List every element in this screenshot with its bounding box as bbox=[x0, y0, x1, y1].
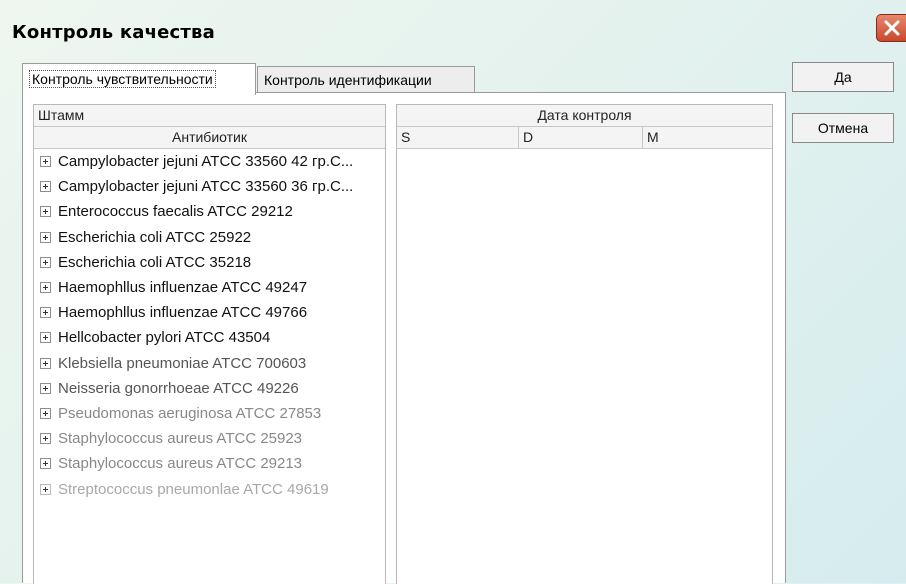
strain-column-header[interactable]: Штамм bbox=[34, 105, 385, 127]
tree-row[interactable]: Pseudomonas aeruginosa ATCC 27853 bbox=[34, 401, 385, 426]
expand-plus-icon[interactable] bbox=[40, 382, 51, 394]
tree-row[interactable]: Streptococcus pneumonlae ATCC 49619 bbox=[34, 476, 385, 501]
tree-row[interactable]: Escherichia coli ATCC 35218 bbox=[34, 250, 385, 275]
close-button[interactable] bbox=[876, 14, 906, 42]
strain-label: Haemophllus influenzae ATCC 49247 bbox=[58, 279, 308, 297]
control-date-grid[interactable]: Дата контроля S D M bbox=[396, 104, 773, 584]
strain-label: Neisseria gonorrhoeae ATCC 49226 bbox=[58, 379, 299, 397]
strain-label: Campylobacter jejuni ATCC 33560 42 гр.С.… bbox=[58, 153, 354, 171]
expand-plus-icon[interactable] bbox=[40, 282, 51, 294]
tree-row[interactable]: Staphylococcus aureus ATCC 29213 bbox=[34, 451, 385, 476]
column-header-row: S D M bbox=[397, 127, 772, 149]
column-header-d[interactable]: D bbox=[519, 127, 643, 148]
strain-label: Streptococcus pneumonlae ATCC 49619 bbox=[58, 480, 329, 498]
strain-label: Staphylococcus aureus ATCC 29213 bbox=[58, 455, 303, 473]
tab-sensitivity-control[interactable]: Контроль чувствительности bbox=[22, 63, 256, 95]
column-header-s[interactable]: S bbox=[397, 127, 519, 148]
strain-label: Klebsiella pneumoniae ATCC 700603 bbox=[58, 354, 307, 372]
strain-label: Escherichia coli ATCC 35218 bbox=[58, 253, 252, 271]
expand-plus-icon[interactable] bbox=[40, 407, 51, 419]
expand-plus-icon[interactable] bbox=[40, 231, 51, 243]
expand-plus-icon[interactable] bbox=[40, 332, 51, 344]
tree-row[interactable]: Haemophllus influenzae ATCC 49766 bbox=[34, 300, 385, 325]
expand-plus-icon[interactable] bbox=[40, 156, 51, 168]
close-icon bbox=[884, 20, 900, 36]
tree-row[interactable]: Klebsiella pneumoniae ATCC 700603 bbox=[34, 351, 385, 376]
tree-row[interactable]: Hellcobacter pylori ATCC 43504 bbox=[34, 325, 385, 350]
strain-label: Pseudomonas aeruginosa ATCC 27853 bbox=[58, 404, 322, 422]
expand-plus-icon[interactable] bbox=[40, 357, 51, 369]
strain-label: Escherichia coli ATCC 25922 bbox=[58, 228, 252, 246]
control-date-header[interactable]: Дата контроля bbox=[397, 105, 772, 127]
tree-row[interactable]: Campylobacter jejuni ATCC 33560 42 гр.С.… bbox=[34, 149, 385, 174]
strain-tree-grid[interactable]: Штамм Антибиотик Campylobacter jejuni AT… bbox=[33, 104, 386, 584]
ok-button[interactable]: Да bbox=[792, 62, 894, 92]
expand-plus-icon[interactable] bbox=[40, 433, 51, 445]
expand-plus-icon[interactable] bbox=[40, 181, 51, 193]
window-title: Контроль качества bbox=[12, 22, 215, 43]
tab-panel: Штамм Антибиотик Campylobacter jejuni AT… bbox=[22, 92, 786, 584]
tree-row[interactable]: Escherichia coli ATCC 25922 bbox=[34, 225, 385, 250]
antibiotic-column-header[interactable]: Антибиотик bbox=[34, 127, 385, 149]
tree-row[interactable]: Staphylococcus aureus ATCC 25923 bbox=[34, 426, 385, 451]
tab-label: Контроль идентификации bbox=[264, 72, 432, 88]
expand-plus-icon[interactable] bbox=[40, 256, 51, 268]
tree-body: Campylobacter jejuni ATCC 33560 42 гр.С.… bbox=[34, 149, 385, 502]
cancel-button[interactable]: Отмена bbox=[792, 113, 894, 143]
tree-row[interactable]: Neisseria gonorrhoeae ATCC 49226 bbox=[34, 376, 385, 401]
expand-plus-icon[interactable] bbox=[40, 206, 51, 218]
tab-label: Контроль чувствительности bbox=[29, 70, 216, 88]
strain-label: Staphylococcus aureus ATCC 25923 bbox=[58, 430, 303, 448]
strain-label: Enterococcus faecalis ATCC 29212 bbox=[58, 203, 293, 221]
expand-plus-icon[interactable] bbox=[40, 483, 51, 495]
tree-row[interactable]: Enterococcus faecalis ATCC 29212 bbox=[34, 199, 385, 224]
strain-label: Campylobacter jejuni ATCC 33560 36 гр.С.… bbox=[58, 178, 354, 196]
expand-plus-icon[interactable] bbox=[40, 307, 51, 319]
tree-row[interactable]: Haemophllus influenzae ATCC 49247 bbox=[34, 275, 385, 300]
strain-label: Haemophllus influenzae ATCC 49766 bbox=[58, 304, 308, 322]
tree-row[interactable]: Campylobacter jejuni ATCC 33560 36 гр.С.… bbox=[34, 174, 385, 199]
tab-identification-control[interactable]: Контроль идентификации bbox=[257, 66, 475, 93]
expand-plus-icon[interactable] bbox=[40, 458, 51, 470]
title-bar: Контроль качества bbox=[0, 0, 906, 50]
column-header-m[interactable]: M bbox=[643, 127, 772, 148]
strain-label: Hellcobacter pylori ATCC 43504 bbox=[58, 329, 271, 347]
